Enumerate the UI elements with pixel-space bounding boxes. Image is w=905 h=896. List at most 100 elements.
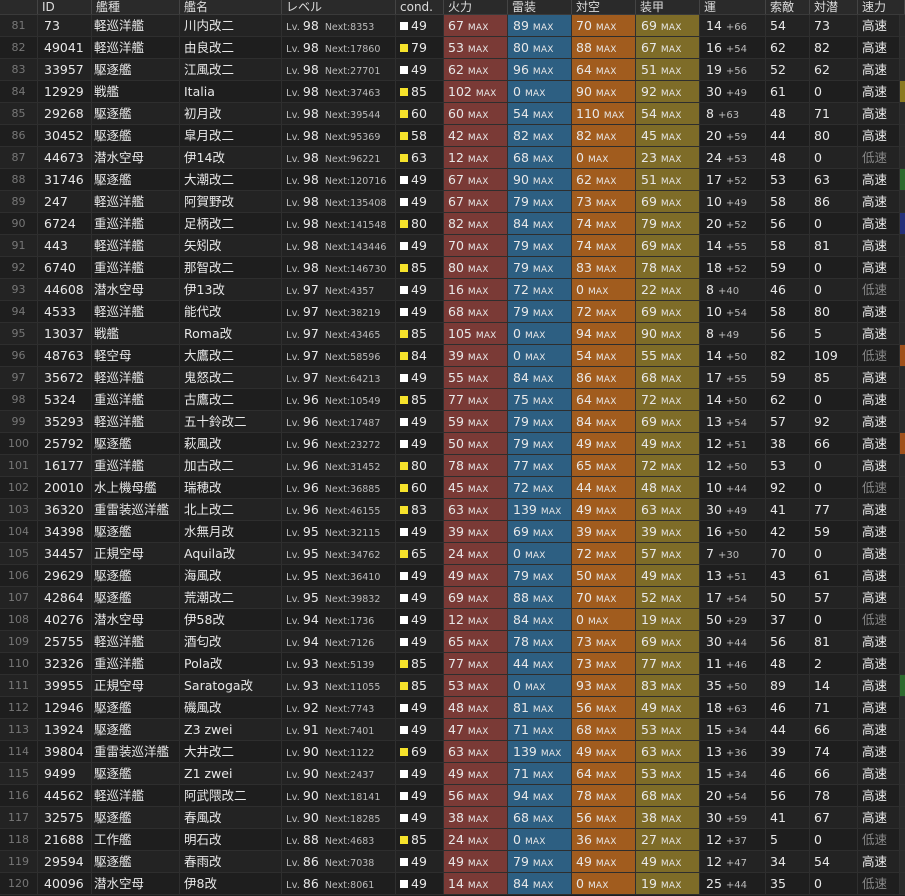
next-exp: 141548 bbox=[350, 220, 387, 231]
header-antiair[interactable]: 対空 bbox=[572, 0, 636, 14]
ship-type: 重巡洋艦 bbox=[92, 213, 180, 234]
header-firepower[interactable]: 火力 bbox=[444, 0, 508, 14]
table-row[interactable]: 88 31746 駆逐艦 大潮改二 Lv. 98 Next:120716 49 67 MAX 90 M… bbox=[0, 169, 905, 191]
level-value: 97 bbox=[302, 348, 319, 363]
header-speed[interactable]: 速力 bbox=[858, 0, 905, 14]
table-row[interactable]: 86 30452 駆逐艦 皐月改二 Lv. 98 Next:95369 58 42 MAX 82 MA… bbox=[0, 125, 905, 147]
antiair-value: 0 bbox=[576, 150, 584, 165]
ship-id: 13037 bbox=[38, 323, 92, 344]
header-name[interactable]: 艦名 bbox=[180, 0, 282, 14]
luck-plus: +46 bbox=[725, 660, 748, 671]
table-row[interactable]: 105 34457 正規空母 Aquila改 Lv. 95 Next:34762 65 24 MA… bbox=[0, 543, 905, 565]
speed-value: 低速 bbox=[858, 279, 900, 300]
header-id[interactable]: ID bbox=[38, 0, 92, 14]
table-row[interactable]: 109 25755 軽巡洋艦 酒匂改 Lv. 94 Next:7126 49 65 MAX 78 MA… bbox=[0, 631, 905, 653]
firepower-value: 77 bbox=[448, 392, 464, 407]
table-row[interactable]: 112 12946 駆逐艦 磯風改 Lv. 92 Next:7743 49 48 MAX 81 MAX… bbox=[0, 697, 905, 719]
table-row[interactable]: 111 39955 正規空母 Saratoga改 Lv. 93 Next:11055 85 53… bbox=[0, 675, 905, 697]
header-type[interactable]: 艦種 bbox=[92, 0, 180, 14]
table-row[interactable]: 85 29268 駆逐艦 初月改 Lv. 98 Next:39544 60 60 MAX 54 MAX… bbox=[0, 103, 905, 125]
asw-value: 61 bbox=[810, 565, 858, 586]
firepower: 69 MAX bbox=[444, 587, 508, 608]
header-cond[interactable]: cond. bbox=[396, 0, 444, 14]
table-row[interactable]: 104 34398 駆逐艦 水無月改 Lv. 95 Next:32115 49 39 MAX 69 M… bbox=[0, 521, 905, 543]
table-row[interactable]: 118 21688 工作艦 明石改 Lv. 88 Next:4683 85 24 MAX 0 MAX 3… bbox=[0, 829, 905, 851]
firepower: 59 MAX bbox=[444, 411, 508, 432]
ship-name: Saratoga改 bbox=[180, 675, 282, 696]
armor: 22 MAX bbox=[636, 279, 700, 300]
header-armor[interactable]: 装甲 bbox=[636, 0, 700, 14]
table-row[interactable]: 107 42864 駆逐艦 荒潮改二 Lv. 95 Next:39832 49 69 MAX 88 M… bbox=[0, 587, 905, 609]
ship-name: 初月改 bbox=[180, 103, 282, 124]
table-row[interactable]: 119 29594 駆逐艦 春雨改 Lv. 86 Next:7038 49 49 MAX 79 MAX… bbox=[0, 851, 905, 873]
max-label: MAX bbox=[660, 793, 682, 803]
table-row[interactable]: 93 44608 潜水空母 伊13改 Lv. 97 Next:4357 49 16 MAX 72 MA… bbox=[0, 279, 905, 301]
fleet-marker bbox=[900, 763, 905, 784]
header-torpedo[interactable]: 雷装 bbox=[508, 0, 572, 14]
table-row[interactable]: 115 9499 駆逐艦 Z1 zwei Lv. 90 Next:2437 49 49 MAX 71… bbox=[0, 763, 905, 785]
table-row[interactable]: 117 32575 駆逐艦 春風改 Lv. 90 Next:18285 49 38 MAX 68 MA… bbox=[0, 807, 905, 829]
table-row[interactable]: 110 32326 重巡洋艦 Pola改 Lv. 93 Next:5139 85 77 MAX 44… bbox=[0, 653, 905, 675]
cond-square-icon bbox=[400, 198, 408, 206]
table-row[interactable]: 97 35672 軽巡洋艦 鬼怒改二 Lv. 97 Next:64213 49 55 MAX 84 M… bbox=[0, 367, 905, 389]
header-no[interactable] bbox=[0, 0, 38, 14]
table-row[interactable]: 91 443 軽巡洋艦 矢矧改 Lv. 98 Next:143446 49 70 MAX 79 MAX… bbox=[0, 235, 905, 257]
next-exp: 96221 bbox=[350, 154, 381, 165]
table-row[interactable]: 99 35293 軽巡洋艦 五十鈴改二 Lv. 96 Next:17487 49 59 MAX 79… bbox=[0, 411, 905, 433]
header-level[interactable]: レベル bbox=[282, 0, 396, 14]
table-row[interactable]: 81 73 軽巡洋艦 川内改二 Lv. 98 Next:8353 49 67 MAX 89 MAX 70… bbox=[0, 15, 905, 37]
table-row[interactable]: 89 247 軽巡洋艦 阿賀野改 Lv. 98 Next:135408 49 67 MAX 79 MA… bbox=[0, 191, 905, 213]
max-label: MAX bbox=[660, 595, 682, 605]
cond-cell: 49 bbox=[396, 301, 444, 322]
table-row[interactable]: 83 33957 駆逐艦 江風改二 Lv. 98 Next:27701 49 62 MAX 96 MA… bbox=[0, 59, 905, 81]
row-number: 116 bbox=[0, 785, 38, 806]
next-label: Next: bbox=[324, 374, 351, 385]
table-row[interactable]: 113 13924 駆逐艦 Z3 zwei Lv. 91 Next:7401 49 47 MAX 7… bbox=[0, 719, 905, 741]
header-asw[interactable]: 対潜 bbox=[810, 0, 858, 14]
table-row[interactable]: 96 48763 軽空母 大鷹改二 Lv. 97 Next:58596 84 39 MAX 0 MAX… bbox=[0, 345, 905, 367]
max-label: MAX bbox=[467, 419, 489, 429]
table-row[interactable]: 84 12929 戦艦 Italia Lv. 98 Next:37463 85 102 MAX 0 M… bbox=[0, 81, 905, 103]
table-row[interactable]: 94 4533 軽巡洋艦 能代改 Lv. 97 Next:38219 49 68 MAX 79 MAX… bbox=[0, 301, 905, 323]
level-cell: Lv. 96 Next:10549 bbox=[282, 389, 396, 410]
table-row[interactable]: 120 40096 潜水空母 伊8改 Lv. 86 Next:8061 49 14 MAX 84 MA… bbox=[0, 873, 905, 895]
table-row[interactable]: 108 40276 潜水空母 伊58改 Lv. 94 Next:1736 49 12 MAX 84 M… bbox=[0, 609, 905, 631]
table-row[interactable]: 114 39804 重雷装巡洋艦 大井改二 Lv. 90 Next:1122 69 63 MAX 1… bbox=[0, 741, 905, 763]
table-row[interactable]: 82 49041 軽巡洋艦 由良改二 Lv. 98 Next:17860 79 53 MAX 80 M… bbox=[0, 37, 905, 59]
table-row[interactable]: 90 6724 重巡洋艦 足柄改二 Lv. 98 Next:141548 80 82 MAX 84 M… bbox=[0, 213, 905, 235]
table-row[interactable]: 92 6740 重巡洋艦 那智改二 Lv. 98 Next:146730 85 80 MAX 79 M… bbox=[0, 257, 905, 279]
table-row[interactable]: 116 44562 軽巡洋艦 阿武隈改二 Lv. 90 Next:18141 49 56 MAX 9… bbox=[0, 785, 905, 807]
torpedo-value: 79 bbox=[513, 414, 529, 429]
level-value: 96 bbox=[302, 480, 319, 495]
table-row[interactable]: 98 5324 重巡洋艦 古鷹改二 Lv. 96 Next:10549 85 77 MAX 75 MA… bbox=[0, 389, 905, 411]
row-number: 120 bbox=[0, 873, 38, 894]
table-row[interactable]: 101 16177 重巡洋艦 加古改二 Lv. 96 Next:31452 80 78 MAX 77… bbox=[0, 455, 905, 477]
table-row[interactable]: 95 13037 戦艦 Roma改 Lv. 97 Next:43465 85 105 MAX 0 MA… bbox=[0, 323, 905, 345]
luck-cell: 20 +59 bbox=[700, 125, 766, 146]
torpedo: 68 MAX bbox=[508, 147, 572, 168]
speed-value: 高速 bbox=[858, 499, 900, 520]
luck-plus: +59 bbox=[725, 814, 748, 825]
armor: 63 MAX bbox=[636, 499, 700, 520]
luck-value: 14 bbox=[706, 348, 722, 363]
header-los[interactable]: 索敵 bbox=[766, 0, 810, 14]
antiair: 70 MAX bbox=[572, 15, 636, 36]
table-row[interactable]: 103 36320 重雷装巡洋艦 北上改二 Lv. 96 Next:46155 83 63 MAX… bbox=[0, 499, 905, 521]
max-label: MAX bbox=[524, 551, 546, 561]
row-number: 86 bbox=[0, 125, 38, 146]
luck-value: 19 bbox=[706, 62, 722, 77]
table-row[interactable]: 87 44673 潜水空母 伊14改 Lv. 98 Next:96221 63 12 MAX 68 M… bbox=[0, 147, 905, 169]
armor-value: 19 bbox=[641, 876, 657, 891]
ship-name: 北上改二 bbox=[180, 499, 282, 520]
table-row[interactable]: 106 29629 駆逐艦 海風改 Lv. 95 Next:36410 49 49 MAX 79 MA… bbox=[0, 565, 905, 587]
next-label: Next: bbox=[324, 814, 351, 825]
next-exp: 31452 bbox=[350, 462, 381, 473]
cond-value: 49 bbox=[411, 700, 427, 715]
header-luck[interactable]: 運 bbox=[700, 0, 766, 14]
armor-value: 69 bbox=[641, 194, 657, 209]
ship-type: 戦艦 bbox=[92, 81, 180, 102]
fleet-marker bbox=[900, 367, 905, 388]
table-row[interactable]: 100 25792 駆逐艦 萩風改 Lv. 96 Next:23272 49 50 MAX 79 MA… bbox=[0, 433, 905, 455]
next-label: Next: bbox=[324, 110, 351, 121]
table-row[interactable]: 102 20010 水上機母艦 瑞穂改 Lv. 96 Next:36885 60 45 MAX 72… bbox=[0, 477, 905, 499]
